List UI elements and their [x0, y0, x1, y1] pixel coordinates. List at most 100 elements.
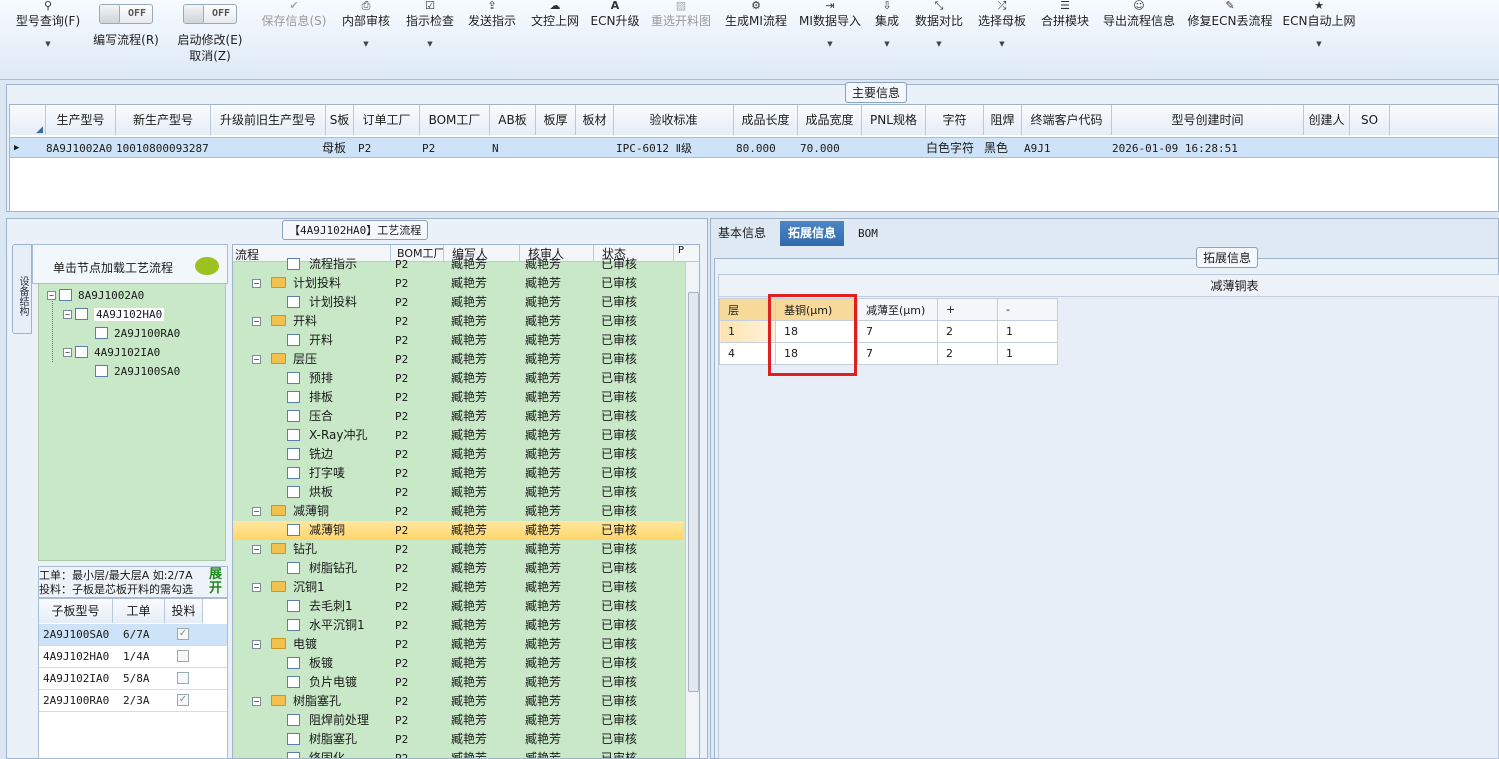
ecn-upgrade-button[interactable]: A ECN升级 — [590, 0, 640, 28]
flow-row[interactable]: − 电镀 P2 臧艳芳 臧艳芳 已审核 — [233, 635, 683, 654]
flow-row[interactable]: 压合 P2 臧艳芳 臧艳芳 已审核 — [233, 407, 683, 426]
tree-node[interactable]: −8A9J1002A0 — [47, 289, 144, 302]
flow-row[interactable]: − 计划投料 P2 臧艳芳 臧艳芳 已审核 — [233, 274, 683, 293]
col-header[interactable]: 终端客户代码 — [1022, 105, 1112, 135]
collapse-icon[interactable]: − — [47, 291, 56, 300]
col-header[interactable]: 型号创建时间 — [1112, 105, 1304, 135]
col-header[interactable]: 板材 — [576, 105, 614, 135]
flow-row[interactable]: − 开料 P2 臧艳芳 臧艳芳 已审核 — [233, 312, 683, 331]
feed-checkbox[interactable]: ✓ — [177, 694, 189, 706]
col-header[interactable]: 工单 — [113, 599, 165, 623]
mi-data-import-button[interactable]: ⇥ MI数据导入 ▼ — [798, 0, 862, 48]
table-cell[interactable]: 1 — [997, 342, 1058, 365]
col-header[interactable]: + — [937, 298, 998, 321]
col-header[interactable]: 减薄至(μm) — [857, 298, 938, 321]
flow-row[interactable]: 排板 P2 臧艳芳 臧艳芳 已审核 — [233, 388, 683, 407]
col-header[interactable]: 字符 — [926, 105, 984, 135]
side-tab-device-structure[interactable]: 设备结构 — [12, 244, 32, 334]
tab-basic-info[interactable]: 基本信息 — [710, 221, 774, 246]
expand-button[interactable]: 展开 — [209, 568, 225, 596]
col-header[interactable]: 投料 — [165, 599, 203, 623]
flow-row[interactable]: 预排 P2 臧艳芳 臧艳芳 已审核 — [233, 369, 683, 388]
flow-row[interactable]: 烘板 P2 臧艳芳 臧艳芳 已审核 — [233, 483, 683, 502]
instruction-check-button[interactable]: ☑ 指示检查 ▼ — [403, 0, 457, 48]
feed-checkbox[interactable] — [177, 650, 189, 662]
collapse-icon[interactable]: − — [252, 640, 261, 649]
scroll-thumb[interactable] — [688, 292, 699, 692]
flow-row[interactable]: 减薄铜 P2 臧艳芳 臧艳芳 已审核 — [233, 521, 683, 540]
flow-row[interactable]: 铣边 P2 臧艳芳 臧艳芳 已审核 — [233, 445, 683, 464]
grid-corner[interactable]: ◢ — [10, 105, 46, 135]
collapse-icon[interactable]: − — [252, 279, 261, 288]
ecn-auto-online-button[interactable]: ★ ECN自动上网 ▼ — [1282, 0, 1356, 48]
table-row[interactable]: ▶ 8A9J1002A0 10010800093287 母板 P2 P2 N I… — [10, 137, 1498, 158]
collapse-icon[interactable]: − — [252, 697, 261, 706]
col-header[interactable]: 成品长度 — [734, 105, 798, 135]
col-header[interactable]: SO — [1350, 105, 1390, 135]
flow-row[interactable]: 开料 P2 臧艳芳 臧艳芳 已审核 — [233, 331, 683, 350]
col-header[interactable]: 订单工厂 — [354, 105, 420, 135]
flow-row[interactable]: 水平沉铜1 P2 臧艳芳 臧艳芳 已审核 — [233, 616, 683, 635]
col-header[interactable]: 阻焊 — [984, 105, 1022, 135]
col-header[interactable]: S板 — [326, 105, 354, 135]
tree-node[interactable]: 2A9J100RA0 — [95, 327, 180, 340]
flow-row[interactable]: − 树脂塞孔 P2 臧艳芳 臧艳芳 已审核 — [233, 692, 683, 711]
col-header[interactable]: AB板 — [490, 105, 536, 135]
flow-row[interactable]: 阻焊前处理 P2 臧艳芳 臧艳芳 已审核 — [233, 711, 683, 730]
tab-extended-info[interactable]: 拓展信息 — [780, 221, 845, 246]
feed-checkbox[interactable]: ✓ — [177, 628, 189, 640]
collapse-icon[interactable]: − — [252, 583, 261, 592]
merge-module-button[interactable]: ☰ 合拼模块 — [1038, 0, 1092, 28]
chat-bubble-icon[interactable] — [195, 257, 219, 275]
repair-ecn-flow-button[interactable]: ✎ 修复ECN丢流程 — [1186, 0, 1274, 28]
collapse-icon[interactable]: − — [252, 545, 261, 554]
col-header[interactable]: 验收标准 — [614, 105, 734, 135]
doc-online-button[interactable]: ☁ 文控上网 — [528, 0, 582, 28]
flow-row[interactable]: − 沉铜1 P2 臧艳芳 臧艳芳 已审核 — [233, 578, 683, 597]
collapse-icon[interactable]: − — [63, 348, 72, 357]
send-instruction-button[interactable]: ⇪ 发送指示 — [466, 0, 518, 28]
collapse-icon[interactable]: − — [63, 310, 72, 319]
flow-row[interactable]: 树脂塞孔 P2 臧艳芳 臧艳芳 已审核 — [233, 730, 683, 749]
start-modify-toggle[interactable]: OFF 启动修改(E) 取消(Z) — [172, 0, 248, 63]
col-header[interactable]: 创建人 — [1304, 105, 1350, 135]
collapse-icon[interactable]: − — [252, 317, 261, 326]
table-row[interactable]: 2A9J100RA0 2/3A ✓ — [39, 690, 227, 712]
flow-row[interactable]: 打字唛 P2 臧艳芳 臧艳芳 已审核 — [233, 464, 683, 483]
col-header[interactable]: BOM工厂 — [420, 105, 490, 135]
col-header[interactable]: - — [997, 298, 1058, 321]
save-info-button[interactable]: ✔ 保存信息(S) — [258, 0, 330, 28]
table-cell[interactable]: 2 — [937, 342, 998, 365]
table-cell[interactable]: 7 — [857, 320, 938, 343]
export-flow-info-button[interactable]: ☺ 导出流程信息 — [1100, 0, 1178, 28]
cancel-button[interactable]: 取消(Z) — [172, 49, 248, 63]
flow-row[interactable]: 流程指示 P2 臧艳芳 臧艳芳 已审核 — [233, 255, 683, 274]
col-header[interactable]: PNL规格 — [862, 105, 926, 135]
table-row[interactable]: 4A9J102IA0 5/8A — [39, 668, 227, 690]
flow-row[interactable]: − 层压 P2 臧艳芳 臧艳芳 已审核 — [233, 350, 683, 369]
table-cell[interactable]: 1 — [997, 320, 1058, 343]
flow-row[interactable]: 计划投料 P2 臧艳芳 臧艳芳 已审核 — [233, 293, 683, 312]
toggle-switch[interactable]: OFF — [99, 4, 153, 24]
col-header[interactable]: 生产型号 — [46, 105, 116, 135]
table-cell[interactable]: 7 — [857, 342, 938, 365]
flow-row[interactable]: 树脂钻孔 P2 臧艳芳 臧艳芳 已审核 — [233, 559, 683, 578]
toggle-switch[interactable]: OFF — [183, 4, 237, 24]
table-cell[interactable]: 2 — [937, 320, 998, 343]
model-query-button[interactable]: ⚲ 型号查询(F) ▼ — [10, 0, 86, 48]
flow-row[interactable]: 终固化 P2 臧艳芳 臧艳芳 已审核 — [233, 749, 683, 758]
table-row[interactable]: 2A9J100SA0 6/7A ✓ — [39, 624, 227, 646]
collapse-icon[interactable]: − — [252, 507, 261, 516]
tree-node[interactable]: −4A9J102IA0 — [63, 346, 160, 359]
flow-row[interactable]: 板镀 P2 臧艳芳 臧艳芳 已审核 — [233, 654, 683, 673]
col-header[interactable]: 板厚 — [536, 105, 576, 135]
integrate-button[interactable]: ⇩ 集成 ▼ — [870, 0, 904, 48]
edit-flow-toggle[interactable]: OFF 编写流程(R) — [88, 0, 164, 47]
tree-node[interactable]: 2A9J100SA0 — [95, 365, 180, 378]
tab-bom[interactable]: BOM — [850, 221, 886, 246]
generate-mi-flow-button[interactable]: ⚙ 生成MI流程 — [722, 0, 790, 28]
flow-row[interactable]: − 钻孔 P2 臧艳芳 臧艳芳 已审核 — [233, 540, 683, 559]
select-mother-board-button[interactable]: ⤮ 选择母板 ▼ — [975, 0, 1029, 48]
flow-row[interactable]: − 减薄铜 P2 臧艳芳 臧艳芳 已审核 — [233, 502, 683, 521]
flow-row[interactable]: X-Ray冲孔 P2 臧艳芳 臧艳芳 已审核 — [233, 426, 683, 445]
